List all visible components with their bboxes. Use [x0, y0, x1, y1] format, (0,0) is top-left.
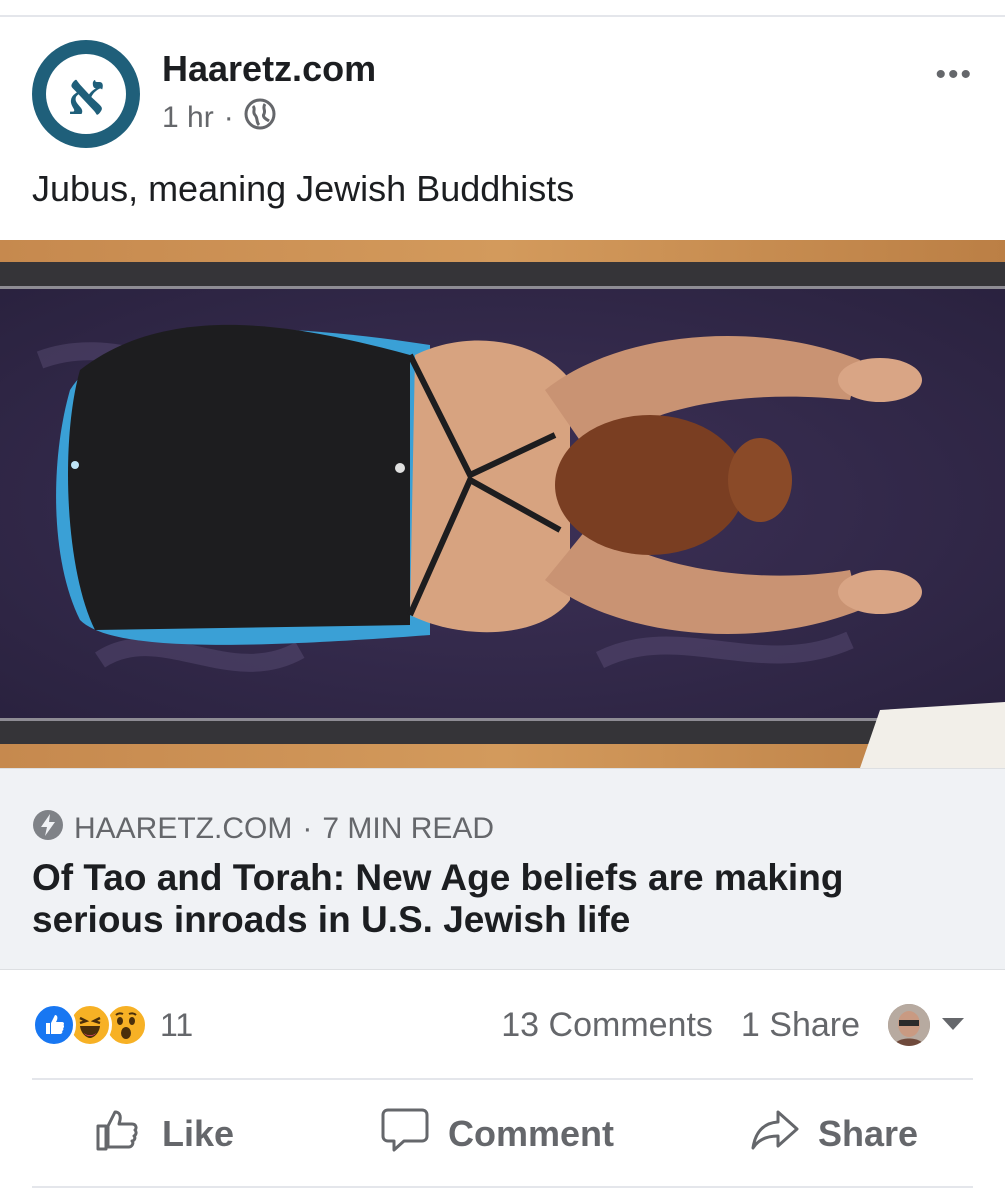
share-button[interactable]: Share [750, 1104, 918, 1163]
like-reaction-icon [32, 1003, 76, 1047]
page-name[interactable]: Haaretz.com [162, 48, 376, 90]
comment-bubble-icon [380, 1104, 430, 1163]
share-arrow-icon [750, 1104, 800, 1163]
link-separator: · [302, 812, 313, 845]
reaction-count: 11 [160, 1006, 194, 1043]
meta-separator: · [223, 101, 234, 134]
globe-icon [244, 98, 276, 138]
link-title[interactable]: Of Tao and Torah: New Age beliefs are ma… [32, 857, 952, 941]
shares-count[interactable]: 1 Share [741, 1006, 860, 1045]
viewer-avatar[interactable] [888, 1004, 930, 1046]
like-label: Like [162, 1112, 235, 1154]
link-source-row: HAARETZ.COM · 7 MIN READ [32, 809, 494, 849]
yoga-photo [0, 240, 1005, 768]
bottom-divider [32, 1186, 973, 1188]
link-preview-image[interactable] [0, 240, 1005, 768]
comment-button[interactable]: Comment [380, 1104, 614, 1163]
actions-divider [32, 1078, 973, 1080]
post-text: Jubus, meaning Jewish Buddhists [32, 168, 575, 209]
lightning-bolt-icon [32, 809, 64, 849]
logo-letter: א [67, 60, 105, 128]
comments-count[interactable]: 13 Comments [501, 1006, 713, 1045]
link-domain: HAARETZ.COM [74, 812, 293, 845]
like-button[interactable]: Like [94, 1104, 234, 1163]
share-label: Share [818, 1112, 919, 1154]
link-preview[interactable]: HAARETZ.COM · 7 MIN READ Of Tao and Tora… [0, 768, 1005, 970]
chevron-down-icon[interactable] [942, 1018, 964, 1030]
top-divider [0, 15, 1005, 17]
haaretz-logo: א [46, 54, 126, 134]
page-avatar[interactable]: א [32, 40, 140, 148]
comment-label: Comment [448, 1112, 615, 1154]
post-meta: 1 hr · [162, 98, 276, 138]
post-time[interactable]: 1 hr [162, 101, 214, 135]
post-stats: 13 Comments 1 Share [501, 1006, 860, 1045]
reactions-summary[interactable]: 11 [32, 1003, 193, 1047]
link-read-time: 7 MIN READ [322, 812, 495, 845]
more-options-button[interactable]: ••• [935, 58, 973, 92]
thumbs-up-icon [94, 1104, 144, 1163]
